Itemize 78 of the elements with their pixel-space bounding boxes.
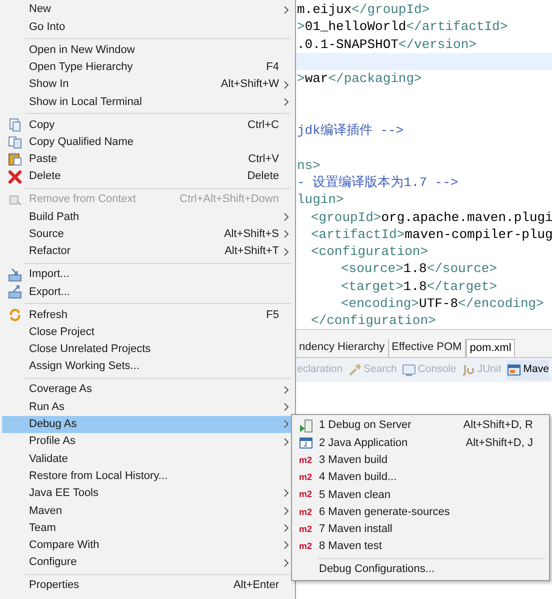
menu-item[interactable]: Validate <box>2 450 293 468</box>
menu-item[interactable]: Copy Ctrl+C <box>2 116 293 134</box>
window-icon <box>507 363 522 377</box>
menu-item[interactable]: Go Into <box>2 18 293 36</box>
menu-item[interactable]: Team <box>2 519 293 537</box>
code-line: <configuration> <box>310 243 430 260</box>
menu-item[interactable]: Maven <box>2 502 293 520</box>
export-icon <box>8 284 22 299</box>
code-line: <target>1.8</target> <box>340 278 498 296</box>
maven-icon: m2 <box>298 456 312 465</box>
menu-item[interactable]: Copy Qualified Name <box>2 133 293 151</box>
menu-item[interactable]: 1 Debug on Server Alt+Shift+D, R <box>292 417 549 434</box>
menu-item[interactable]: Open in New Window <box>2 41 293 59</box>
code-line: >war</packaging> <box>296 70 423 88</box>
menu-item[interactable]: m2 5 Maven clean <box>292 486 549 504</box>
menu-item[interactable]: Close Unrelated Projects <box>2 340 293 358</box>
menu-item[interactable]: Compare With <box>2 536 293 554</box>
menu-item[interactable]: Export... <box>2 283 293 300</box>
menu-item[interactable]: Run As <box>2 398 293 416</box>
menu-item[interactable]: Restore from Local History... <box>2 468 293 485</box>
menu-item[interactable]: Open Type Hierarchy F4 <box>2 58 293 76</box>
remove-icon <box>8 192 22 207</box>
menu-item[interactable]: 2 Java Application Alt+Shift+D, J <box>292 434 549 452</box>
import-icon <box>8 268 22 282</box>
menu-item[interactable]: Build Path <box>2 208 293 226</box>
copy-icon <box>8 135 22 150</box>
menu-item[interactable]: Source Alt+Shift+S <box>2 226 293 243</box>
maven-icon: m2 <box>298 490 312 500</box>
flashlight-icon <box>348 363 362 377</box>
menu-item[interactable]: Profile As <box>2 432 293 450</box>
server-debug-icon <box>298 418 312 433</box>
menu-item[interactable]: m2 4 Maven build... <box>292 468 549 486</box>
copy-icon <box>8 118 22 132</box>
refresh-icon <box>8 308 22 322</box>
code-line: <groupId>org.apache.maven.plugi <box>310 208 552 226</box>
editor-tab[interactable]: Effective POM <box>388 339 466 357</box>
menu-item[interactable]: Assign Working Sets... <box>2 358 293 376</box>
menu-item[interactable]: Debug Configurations... <box>292 561 549 578</box>
menu-item[interactable]: Configure <box>2 554 293 572</box>
menu-item[interactable]: Import... <box>2 266 293 284</box>
window-icon <box>298 436 312 450</box>
menu-item[interactable]: m2 8 Maven test <box>292 538 549 556</box>
console-icon <box>402 363 416 377</box>
menu-item[interactable]: m2 6 Maven generate-sources <box>292 503 549 521</box>
clipboard-icon <box>8 152 22 166</box>
menu-item[interactable]: m2 3 Maven build <box>292 452 549 469</box>
code-line: m.eijux</groupId> <box>296 1 431 18</box>
editor-tab[interactable]: pom.xml <box>466 339 516 357</box>
code-line: </configuration> <box>310 312 437 329</box>
menu-item[interactable]: Paste Ctrl+V <box>2 150 293 168</box>
menu-item[interactable]: m2 7 Maven install <box>292 520 549 538</box>
maven-icon: m2 <box>298 524 312 534</box>
maven-icon: m2 <box>298 542 312 552</box>
menu-item[interactable]: Refresh F5 <box>2 306 293 324</box>
menu-item[interactable]: Debug As <box>2 416 293 433</box>
menu-item[interactable]: New <box>2 1 293 18</box>
menu-item[interactable]: Close Project <box>2 323 293 341</box>
menu-item[interactable]: Java EE Tools <box>2 484 293 502</box>
maven-icon: m2 <box>298 473 312 482</box>
code-line: <artifactId>maven-compiler-plug <box>310 226 552 244</box>
menu-item[interactable]: Properties Alt+Enter <box>2 577 293 594</box>
code-line: <encoding>UTF-8</encoding> <box>340 295 545 312</box>
maven-icon: m2 <box>298 508 312 517</box>
junit-icon <box>461 363 476 377</box>
code-line: ns> <box>296 156 322 174</box>
code-line: jdk编译插件 --> <box>296 122 405 140</box>
code-line: .0.1-SNAPSHOT</version> <box>296 36 478 53</box>
code-line: lugin> <box>296 191 345 209</box>
menu-item[interactable]: Show In Alt+Shift+W <box>2 76 293 94</box>
menu-item[interactable]: Refactor Alt+Shift+T <box>2 242 293 260</box>
view-tab[interactable]: Mave <box>506 360 549 380</box>
code-line: >01_helloWorld</artifactId> <box>296 18 509 36</box>
menu-item[interactable]: Coverage As <box>2 381 293 398</box>
delete-icon <box>8 170 22 184</box>
code-line: <source>1.8</source> <box>340 260 498 278</box>
menu-item[interactable]: Delete Delete <box>2 168 293 186</box>
menu-item[interactable]: Show in Local Terminal <box>2 93 293 110</box>
code-line: - 设置编译版本为1.7 --> <box>296 174 460 192</box>
